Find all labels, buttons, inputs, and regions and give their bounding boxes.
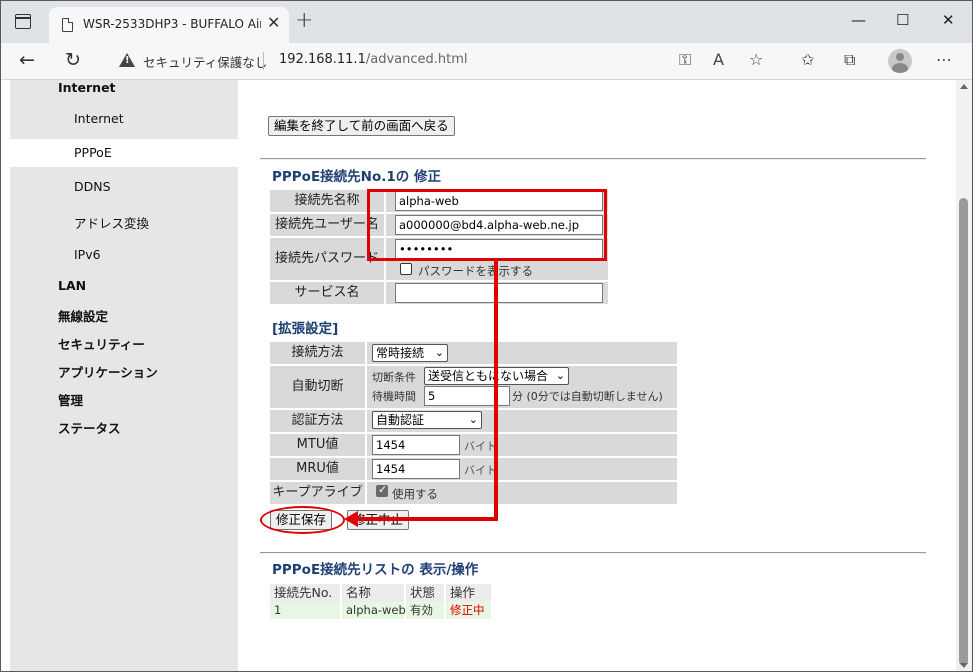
annotation-arrow-horizontal: [356, 517, 498, 521]
section-title-edit: PPPoE接続先No.1の 修正: [272, 169, 441, 185]
method-label: 接続方法: [270, 342, 365, 364]
auto-disconnect-label: 自動切断: [270, 366, 365, 408]
list-cell-name: alpha-web: [342, 602, 406, 619]
reload-icon[interactable]: ↻: [65, 50, 81, 70]
keepalive-value: 使用する: [392, 487, 438, 501]
mru-input[interactable]: 1454: [372, 459, 460, 479]
sidebar-item-wireless[interactable]: 無線設定: [58, 306, 108, 325]
new-tab-icon[interactable]: +: [295, 10, 313, 32]
auth-method-value: 自動認証: [376, 413, 425, 427]
sidebar-item-admin[interactable]: 管理: [58, 390, 83, 409]
browser-tab[interactable]: WSR-2533DHP3 - BUFFALO AirStation ✕: [49, 7, 289, 43]
profile-avatar[interactable]: [888, 49, 912, 73]
service-label: サービス名: [270, 282, 384, 304]
chevron-down-icon: ⌄: [468, 413, 478, 426]
sidebar-item-ipv6[interactable]: IPv6: [74, 247, 101, 262]
scroll-up-icon[interactable]: [960, 84, 968, 89]
warning-icon[interactable]: [119, 53, 135, 67]
sidebar-item-security[interactable]: セキュリティー: [58, 334, 145, 353]
cut-condition-value: 送受信ともにない場合: [428, 369, 549, 383]
security-status[interactable]: セキュリティ保護なし: [143, 52, 267, 71]
url-path: /advanced.html: [365, 52, 468, 67]
mru-unit: バイト: [464, 464, 497, 477]
keepalive-label: キープアライブ: [270, 482, 365, 504]
collections-icon[interactable]: ⧉: [844, 51, 855, 69]
minimize-icon[interactable]: —: [851, 11, 866, 29]
sidebar-item-ddns[interactable]: DDNS: [74, 179, 111, 194]
router-menu-sidebar: Internet Internet PPPoE DDNS アドレス変換 IPv6…: [10, 80, 238, 671]
auth-method-select[interactable]: 自動認証 ⌄: [372, 411, 482, 429]
annotation-red-ellipse: [260, 506, 345, 534]
sidebar-item-applications[interactable]: アプリケーション: [58, 362, 158, 381]
sidebar-item-status[interactable]: ステータス: [58, 418, 121, 437]
tab-close-icon[interactable]: ✕: [267, 15, 280, 31]
sidebar-item-lan[interactable]: LAN: [58, 278, 86, 293]
more-menu-icon[interactable]: ⋯: [936, 51, 952, 69]
extended-settings-title: [拡張設定]: [272, 321, 339, 337]
sidebar-item-nat[interactable]: アドレス変換: [74, 213, 149, 232]
mru-label: MRU値: [270, 458, 365, 480]
maximize-icon[interactable]: ☐: [896, 11, 909, 29]
section-title-list: PPPoE接続先リストの 表示/操作: [272, 562, 479, 578]
back-icon[interactable]: ←: [19, 50, 35, 70]
connection-method-select[interactable]: 常時接続 ⌄: [372, 344, 448, 362]
chevron-down-icon: ⌄: [555, 369, 565, 382]
add-favorite-icon[interactable]: ☆: [749, 51, 763, 69]
url-field[interactable]: 192.168.11.1/advanced.html: [279, 52, 467, 67]
mtu-input[interactable]: 1454: [372, 435, 460, 455]
chevron-down-icon: ⌄: [434, 346, 444, 359]
mtu-label: MTU値: [270, 434, 365, 456]
list-cell-action[interactable]: 修正中: [446, 602, 491, 619]
back-to-previous-button[interactable]: 編集を終了して前の画面へ戻る: [268, 116, 455, 136]
divider: [260, 158, 926, 160]
auth-label: 認証方法: [270, 410, 365, 432]
address-bar: ← ↻ セキュリティ保護なし 192.168.11.1/advanced.htm…: [1, 43, 972, 80]
show-password-checkbox[interactable]: [400, 263, 412, 275]
url-host: 192.168.11.1: [279, 52, 366, 67]
cut-condition-label: 切断条件: [372, 371, 416, 384]
vertical-scrollbar[interactable]: [956, 80, 972, 671]
main-content: 編集を終了して前の画面へ戻る PPPoE接続先No.1の 修正 接続先名称 al…: [238, 80, 956, 671]
annotation-arrow-head: [344, 511, 358, 527]
mtu-unit: バイト: [464, 440, 497, 453]
list-cell-state: 有効: [406, 602, 444, 619]
browser-window: WSR-2533DHP3 - BUFFALO AirStation ✕ + — …: [0, 0, 973, 672]
wait-time-label: 待機時間: [372, 390, 416, 403]
sidebar-item-internet[interactable]: Internet: [74, 111, 124, 126]
list-header-state: 状態: [406, 584, 444, 602]
list-cell-no: 1: [270, 602, 340, 619]
close-window-icon[interactable]: ✕: [942, 11, 955, 29]
list-header-name: 名称: [342, 584, 404, 602]
sidebar-active-highlight: [10, 139, 238, 167]
sidebar-item-pppoe[interactable]: PPPoE: [74, 145, 112, 160]
scrollbar-thumb[interactable]: [959, 198, 968, 666]
annotation-red-box: [367, 189, 607, 261]
read-aloud-icon[interactable]: A: [713, 51, 724, 69]
sidebar-toggle-icon[interactable]: [15, 14, 31, 29]
list-header-no: 接続先No.: [270, 584, 340, 602]
wait-time-note: 分 (0分では自動切断しません): [512, 390, 663, 403]
list-header-action: 操作: [446, 584, 491, 602]
favorites-icon[interactable]: ✩: [801, 51, 814, 69]
divider: [260, 552, 926, 554]
service-name-input[interactable]: [395, 283, 603, 303]
annotation-arrow-vertical: [494, 261, 498, 521]
keepalive-checkbox[interactable]: [376, 483, 388, 497]
tab-bar: WSR-2533DHP3 - BUFFALO AirStation ✕ + — …: [1, 1, 972, 43]
connection-method-value: 常時接続: [376, 346, 425, 360]
tab-title: WSR-2533DHP3 - BUFFALO AirStation: [83, 17, 261, 31]
scroll-down-icon[interactable]: [960, 663, 968, 668]
key-icon[interactable]: ⚿: [679, 51, 691, 69]
page-icon: [62, 18, 73, 32]
show-password-label: パスワードを表示する: [418, 264, 533, 278]
url-separator: [263, 52, 264, 70]
sidebar-item-internet-group[interactable]: Internet: [58, 80, 116, 95]
